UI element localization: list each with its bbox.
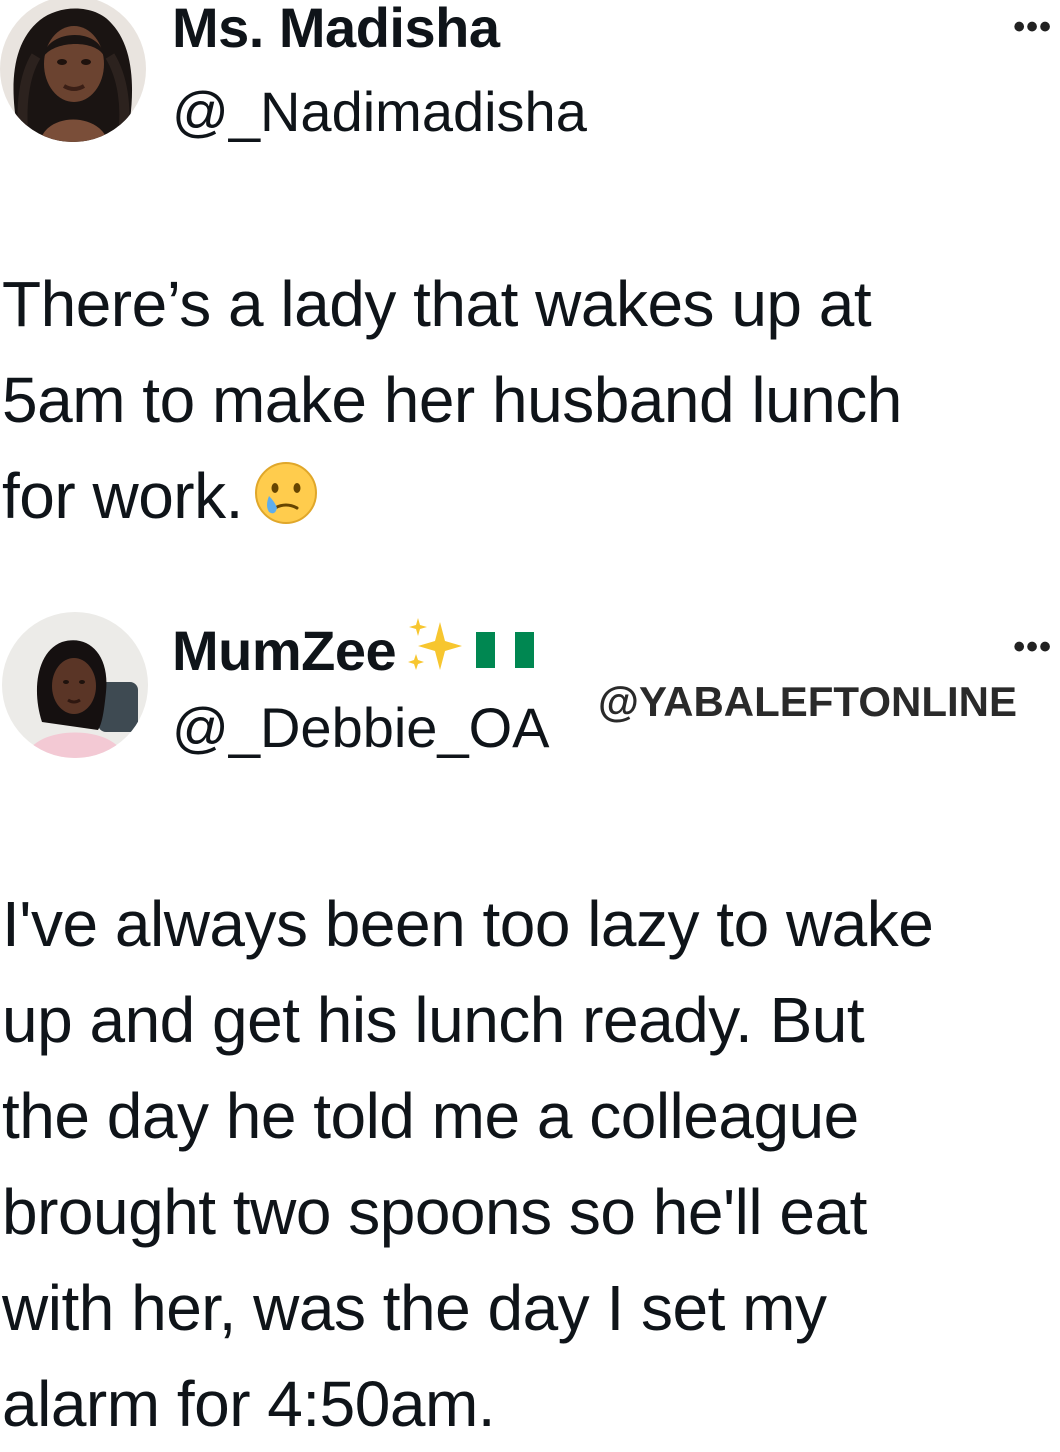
display-name[interactable]: MumZee [172,619,397,682]
display-name[interactable]: Ms. Madisha [172,0,500,60]
tweet-card: MumZee @_Debbie_OA @YABALEFTONLINE ••• I… [0,600,1060,1440]
display-name-row[interactable]: MumZee [172,614,535,683]
crying-face-icon [254,462,317,524]
user-handle[interactable]: @_Nadimadisha [172,80,587,144]
watermark: @YABALEFTONLINE [598,678,1017,725]
tweet-body: There’s a lady that wakes up at 5am to m… [2,256,1052,544]
nigeria-flag-icon [476,632,535,668]
more-options-icon[interactable]: ••• [1013,630,1052,664]
sparkles-icon [408,618,463,670]
avatar[interactable] [2,612,148,758]
avatar-photo [0,0,146,142]
tweet-card: Ms. Madisha @_Nadimadisha ••• There’s a … [0,0,1060,560]
tweet-text: I've always been too lazy to wake up and… [2,888,934,1440]
more-options-icon[interactable]: ••• [1013,10,1052,44]
tweet-body: I've always been too lazy to wake up and… [2,876,1052,1452]
avatar[interactable] [0,0,146,142]
avatar-photo [2,612,148,758]
user-handle[interactable]: @_Debbie_OA [172,696,550,760]
tweet-text: There’s a lady that wakes up at 5am to m… [2,268,902,532]
